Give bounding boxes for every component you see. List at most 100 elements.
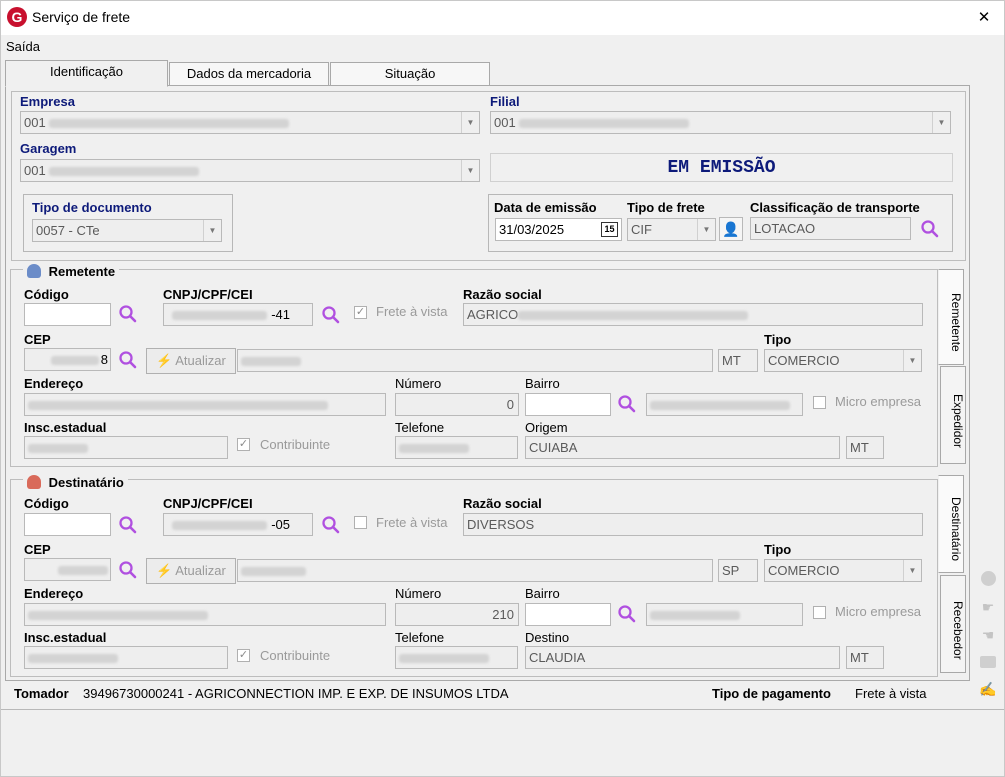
destinatario-cep-field[interactable] [24, 558, 111, 581]
title-bar: G Serviço de frete ✕ [1, 1, 1004, 35]
destinatario-destino-uf[interactable]: MT [846, 646, 884, 669]
destinatario-tipo-select[interactable]: COMERCIO ▼ [764, 559, 922, 582]
frete-vista-label: Frete à vista [376, 515, 448, 530]
frete-vista-label: Frete à vista [376, 304, 448, 319]
truck-icon[interactable] [979, 655, 997, 671]
remetente-bairro-field[interactable] [646, 393, 803, 416]
remetente-tipo-select[interactable]: COMERCIO ▼ [764, 349, 922, 372]
atualizar-button[interactable]: ⚡ Atualizar [146, 348, 236, 374]
menu-saida[interactable]: Saída [6, 39, 40, 54]
point-right-icon[interactable]: ☛ [979, 599, 997, 615]
destinatario-cidade-field[interactable] [237, 559, 713, 582]
record-icon[interactable] [979, 571, 997, 587]
tipo-pagamento-label: Tipo de pagamento [712, 686, 831, 701]
remetente-codigo-input[interactable] [24, 303, 111, 326]
search-icon[interactable] [320, 514, 342, 536]
remetente-endereco-field[interactable] [24, 393, 386, 416]
contribuinte-checkbox[interactable]: ✓ [237, 438, 250, 451]
destinatario-destino-field[interactable]: CLAUDIA [525, 646, 840, 669]
person-search-icon[interactable]: 👤 [719, 217, 743, 241]
chevron-down-icon[interactable]: ▼ [903, 560, 921, 581]
destinatario-codigo-input[interactable] [24, 513, 111, 536]
tipo-pagamento-value: Frete à vista [855, 686, 927, 701]
destinatario-insc-field[interactable] [24, 646, 228, 669]
destinatario-numero-field[interactable]: 210 [395, 603, 519, 626]
remetente-uf-field[interactable]: MT [718, 349, 758, 372]
chevron-down-icon[interactable]: ▼ [461, 160, 479, 181]
telefone-label: Telefone [395, 420, 445, 435]
remetente-origem-field[interactable]: CUIABA [525, 436, 840, 459]
classificacao-label: Classificação de transporte [750, 200, 920, 215]
chevron-down-icon[interactable]: ▼ [203, 220, 221, 241]
search-icon[interactable] [616, 603, 638, 625]
chevron-down-icon[interactable]: ▼ [932, 112, 950, 133]
remetente-title: Remetente [48, 264, 116, 279]
frete-vista-checkbox[interactable] [354, 516, 367, 529]
tab-identificacao[interactable]: Identificação [5, 60, 168, 87]
tipo-frete-select[interactable]: CIF ▼ [627, 218, 716, 241]
destinatario-uf-field[interactable]: SP [718, 559, 758, 582]
calendar-icon[interactable]: 15 [601, 222, 618, 237]
micro-empresa-checkbox[interactable] [813, 606, 826, 619]
destinatario-endereco-field[interactable] [24, 603, 386, 626]
search-icon[interactable] [320, 304, 342, 326]
destinatario-bairro-field[interactable] [646, 603, 803, 626]
filial-label: Filial [490, 94, 520, 109]
chevron-down-icon[interactable]: ▼ [697, 219, 715, 240]
destinatario-cnpj-field[interactable]: -05 [163, 513, 313, 536]
tipo-documento-select[interactable]: 0057 - CTe ▼ [32, 219, 222, 242]
remetente-cnpj-field[interactable]: -41 [163, 303, 313, 326]
tab-recebedor[interactable]: Recebedor [940, 575, 966, 673]
filial-select[interactable]: 001 ▼ [490, 111, 951, 134]
bairro-label: Bairro [525, 376, 560, 391]
remetente-origem-uf[interactable]: MT [846, 436, 884, 459]
search-icon[interactable] [117, 559, 139, 581]
frete-vista-checkbox[interactable]: ✓ [354, 306, 367, 319]
tab-dados-mercadoria[interactable]: Dados da mercadoria [169, 62, 329, 86]
remetente-insc-field[interactable] [24, 436, 228, 459]
classificacao-field[interactable]: LOTACAO [750, 217, 911, 240]
tipo-frete-label: Tipo de frete [627, 200, 705, 215]
contribuinte-checkbox[interactable]: ✓ [237, 649, 250, 662]
search-icon[interactable] [117, 349, 139, 371]
empresa-select[interactable]: 001 ▼ [20, 111, 480, 134]
window: G Serviço de frete ✕ Saída Identificação… [0, 0, 1005, 777]
app-logo-icon: G [7, 7, 27, 27]
remetente-numero-field[interactable]: 0 [395, 393, 519, 416]
numero-label: Número [395, 376, 442, 391]
destinatario-header: Destinatário [23, 475, 128, 493]
insc-estadual-label: Insc.estadual [24, 630, 107, 645]
destinatario-bairro-code[interactable] [525, 603, 611, 626]
cep-label: CEP [24, 332, 51, 347]
garagem-select[interactable]: 001 ▼ [20, 159, 480, 182]
remetente-razao-field[interactable]: AGRICO [463, 303, 923, 326]
tab-destinatario[interactable]: Destinatário [938, 475, 964, 573]
remetente-bairro-code[interactable] [525, 393, 611, 416]
search-icon[interactable] [117, 303, 139, 325]
tomador-label: Tomador [14, 686, 69, 701]
destinatario-telefone-field[interactable] [395, 646, 518, 669]
atualizar-button[interactable]: ⚡ Atualizar [146, 558, 236, 584]
tab-remetente[interactable]: Remetente [938, 269, 964, 365]
micro-empresa-checkbox[interactable] [813, 396, 826, 409]
data-emissao-field[interactable]: 31/03/2025 15 [495, 218, 622, 241]
search-icon[interactable] [919, 218, 941, 240]
tab-situacao[interactable]: Situação [330, 62, 490, 86]
data-emissao-label: Data de emissão [494, 200, 597, 215]
close-button[interactable]: ✕ [973, 8, 995, 26]
search-icon[interactable] [616, 393, 638, 415]
tab-expedidor[interactable]: Expedidor [940, 366, 966, 464]
handshake-icon[interactable]: ✍ [979, 681, 997, 697]
lightning-icon: ⚡ [156, 353, 173, 368]
search-icon[interactable] [117, 514, 139, 536]
endereco-label: Endereço [24, 586, 84, 601]
chevron-down-icon[interactable]: ▼ [461, 112, 479, 133]
remetente-cidade-field[interactable] [237, 349, 713, 372]
destinatario-razao-field[interactable]: DIVERSOS [463, 513, 923, 536]
empresa-label: Empresa [20, 94, 75, 109]
chevron-down-icon[interactable]: ▼ [903, 350, 921, 371]
point-left-icon[interactable]: ☚ [979, 627, 997, 643]
razao-label: Razão social [463, 496, 542, 511]
remetente-cep-field[interactable]: 8 [24, 348, 111, 371]
remetente-telefone-field[interactable] [395, 436, 518, 459]
